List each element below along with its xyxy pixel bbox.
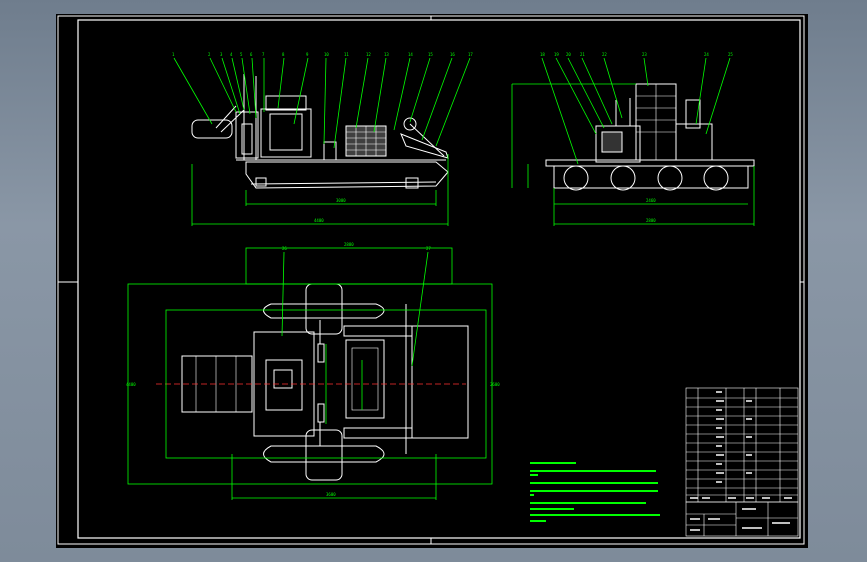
svg-text:19: 19 bbox=[554, 52, 559, 57]
svg-text:20: 20 bbox=[566, 52, 571, 57]
side-view-leaders bbox=[173, 57, 471, 226]
svg-text:3600: 3600 bbox=[326, 492, 336, 497]
svg-text:13: 13 bbox=[384, 52, 389, 57]
side-view bbox=[191, 74, 449, 189]
svg-text:9: 9 bbox=[306, 52, 309, 57]
title-block-text bbox=[690, 508, 790, 531]
svg-text:23: 23 bbox=[642, 52, 647, 57]
parts-list-table bbox=[685, 387, 799, 503]
plan-view bbox=[181, 283, 469, 481]
svg-text:4: 4 bbox=[230, 52, 233, 57]
svg-text:25: 25 bbox=[728, 52, 733, 57]
svg-text:14: 14 bbox=[408, 52, 413, 57]
svg-text:2: 2 bbox=[208, 52, 211, 57]
svg-text:24: 24 bbox=[704, 52, 709, 57]
svg-text:8: 8 bbox=[282, 52, 285, 57]
svg-text:21: 21 bbox=[580, 52, 585, 57]
svg-text:18: 18 bbox=[540, 52, 545, 57]
svg-text:22: 22 bbox=[602, 52, 607, 57]
svg-text:2600: 2600 bbox=[490, 382, 500, 387]
engineering-drawing: 123 456 789 10 11 12 13 14 15 16 17 44003000 bbox=[57, 15, 805, 545]
technical-notes bbox=[530, 462, 660, 522]
cad-viewport[interactable]: 123 456 789 10 11 12 13 14 15 16 17 4400 3000 bbox=[56, 14, 808, 548]
svg-text:4400: 4400 bbox=[126, 382, 136, 387]
svg-text:5: 5 bbox=[240, 52, 243, 57]
svg-text:10: 10 bbox=[324, 52, 329, 57]
drawing-frame bbox=[57, 15, 805, 545]
title-block bbox=[685, 501, 799, 537]
svg-text:27: 27 bbox=[426, 246, 431, 251]
svg-text:26: 26 bbox=[282, 246, 287, 251]
svg-text:2800: 2800 bbox=[646, 218, 656, 223]
svg-text:3: 3 bbox=[220, 52, 223, 57]
svg-text:6: 6 bbox=[250, 52, 253, 57]
parts-list-rows bbox=[686, 397, 798, 496]
svg-text:16: 16 bbox=[450, 52, 455, 57]
svg-text:2880: 2880 bbox=[344, 242, 354, 247]
end-view bbox=[545, 83, 755, 191]
svg-text:4400: 4400 bbox=[314, 218, 324, 223]
svg-text:15: 15 bbox=[428, 52, 433, 57]
svg-text:11: 11 bbox=[344, 52, 349, 57]
svg-text:7: 7 bbox=[262, 52, 265, 57]
svg-text:17: 17 bbox=[468, 52, 473, 57]
end-view-leaders bbox=[511, 57, 755, 226]
svg-text:12: 12 bbox=[366, 52, 371, 57]
svg-text:1: 1 bbox=[172, 52, 175, 57]
svg-text:3000: 3000 bbox=[336, 198, 346, 203]
svg-text:2460: 2460 bbox=[646, 198, 656, 203]
